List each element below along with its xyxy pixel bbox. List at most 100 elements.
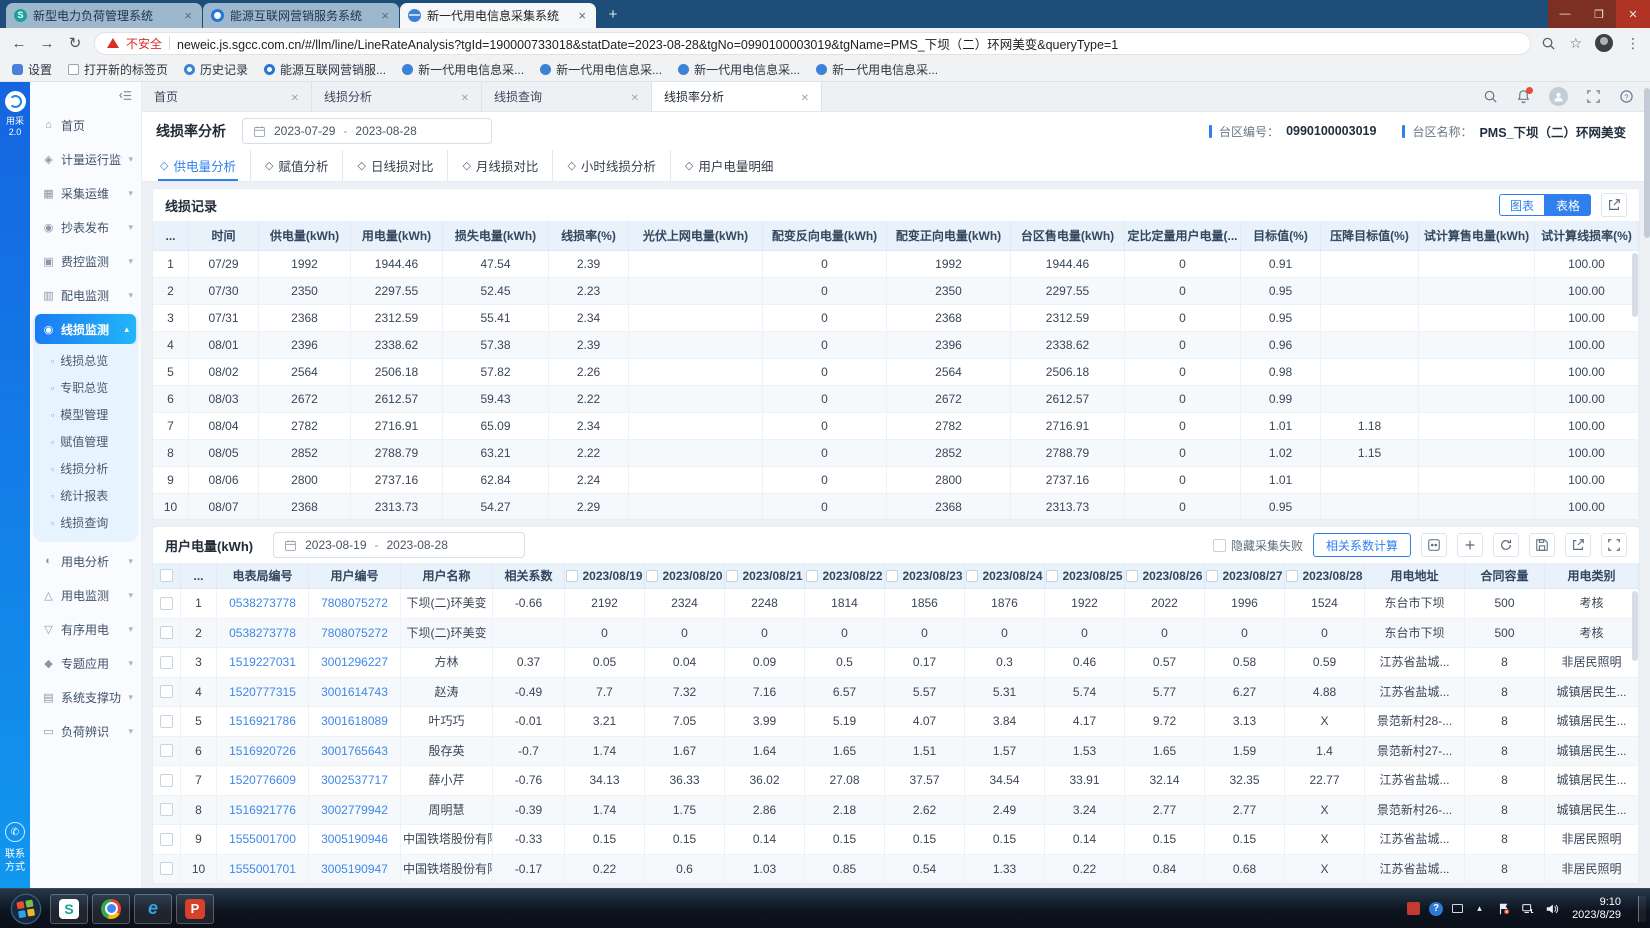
zoom-search-icon[interactable] — [1541, 36, 1556, 51]
table-row[interactable]: 715207766093002537717薛小芹-0.7634.1336.333… — [153, 766, 1639, 796]
subtab[interactable]: 赋值分析 — [250, 150, 342, 181]
table-scrollbar[interactable] — [1632, 253, 1638, 317]
table-row[interactable]: 408/0123962338.6257.382.39023962338.6200… — [153, 332, 1639, 359]
start-button[interactable] — [10, 893, 42, 925]
action-center-flag-icon[interactable] — [1496, 901, 1511, 916]
tab-close-icon[interactable] — [801, 90, 809, 104]
bookmark-item[interactable]: 新一代用电信息采... — [540, 61, 662, 78]
browser-tab[interactable]: 能源互联网营销服务系统 × — [203, 3, 399, 28]
forward-icon[interactable] — [38, 35, 56, 52]
avatar[interactable] — [1549, 87, 1568, 106]
sidebar-item[interactable]: 负荷辨识 — [30, 714, 141, 748]
date-column-checkbox[interactable] — [646, 570, 658, 582]
table-row[interactable]: 315192270313001296227方林0.370.050.040.090… — [153, 648, 1639, 678]
bookmark-item[interactable]: 打开新的标签页 — [68, 61, 168, 78]
export-icon[interactable] — [1601, 193, 1627, 217]
sidebar-item[interactable]: 配电监测 — [30, 278, 141, 312]
taskbar-clock[interactable]: 9:10 2023/8/29 — [1572, 896, 1621, 922]
browser-tab[interactable]: 新型电力负荷管理系统 × — [6, 3, 202, 28]
collapse-sidebar-icon[interactable] — [118, 88, 133, 103]
sidebar-item[interactable]: 费控监测 — [30, 244, 141, 278]
user-date-range-picker[interactable]: 2023-08-19 - 2023-08-28 — [273, 532, 525, 558]
minimize-button[interactable] — [1548, 0, 1582, 28]
sidebar-subitem[interactable]: 赋值管理 — [33, 428, 138, 455]
page-scrollbar[interactable] — [1644, 82, 1650, 888]
date-column-checkbox[interactable] — [1126, 570, 1138, 582]
notification-bell-icon[interactable] — [1516, 89, 1531, 104]
bookmark-item[interactable]: 新一代用电信息采... — [678, 61, 800, 78]
contact-label[interactable]: 联系方式 — [4, 848, 26, 874]
sidebar-item[interactable]: 系统支撑功能 — [30, 680, 141, 714]
table-row[interactable]: 908/0628002737.1662.842.24028002737.1601… — [153, 467, 1639, 494]
help-icon[interactable]: ? — [1619, 89, 1634, 104]
row-checkbox[interactable] — [160, 656, 173, 669]
row-checkbox[interactable] — [160, 715, 173, 728]
table-row[interactable]: 107/2919921944.4647.542.39019921944.4600… — [153, 251, 1639, 278]
table-row[interactable]: 608/0326722612.5759.432.22026722612.5700… — [153, 386, 1639, 413]
select-all-checkbox[interactable] — [160, 569, 173, 582]
sidebar-subitem[interactable]: 线损总览 — [33, 347, 138, 374]
taskbar-app-ie[interactable] — [134, 894, 172, 924]
sidebar-subitem[interactable]: 统计报表 — [33, 482, 138, 509]
taskbar-app-wps[interactable] — [50, 894, 88, 924]
subtab[interactable]: 小时线损分析 — [552, 150, 669, 181]
table-row[interactable]: 1015550017013005190947中国铁塔股份有限公司-0.170.2… — [153, 855, 1639, 885]
security-tray-icon[interactable] — [1407, 902, 1420, 915]
security-warning-icon[interactable] — [107, 38, 119, 48]
subtab[interactable]: 供电量分析 — [146, 150, 250, 181]
workspace-tab[interactable]: 线损率分析 — [652, 82, 822, 111]
fullscreen-icon[interactable] — [1601, 533, 1627, 557]
subtab[interactable]: 用户电量明细 — [670, 150, 787, 181]
bookmark-star-icon[interactable] — [1569, 35, 1582, 52]
volume-icon[interactable] — [1544, 901, 1559, 916]
scrollbar-thumb[interactable] — [1644, 88, 1650, 238]
refresh-icon[interactable] — [1493, 533, 1519, 557]
date-start[interactable]: 2023-08-19 — [305, 538, 366, 552]
maximize-button[interactable] — [1582, 0, 1616, 28]
date-column-checkbox[interactable] — [1206, 570, 1218, 582]
row-checkbox[interactable] — [160, 626, 173, 639]
phone-icon[interactable] — [5, 822, 25, 842]
table-scrollbar[interactable] — [1632, 591, 1638, 661]
bookmark-item[interactable]: 能源互联网营销服... — [264, 61, 386, 78]
browser-menu-icon[interactable] — [1626, 35, 1640, 52]
table-row[interactable]: 515169217863001618089叶巧巧-0.013.217.053.9… — [153, 707, 1639, 737]
row-checkbox[interactable] — [160, 862, 173, 875]
row-checkbox[interactable] — [160, 744, 173, 757]
taskbar-app-chrome[interactable] — [92, 894, 130, 924]
table-row[interactable]: 508/0225642506.1857.822.26025642506.1800… — [153, 359, 1639, 386]
sidebar-subitem[interactable]: 线损查询 — [33, 509, 138, 536]
table-row[interactable]: 815169217763002779942周明慧-0.391.741.752.8… — [153, 796, 1639, 826]
table-row[interactable]: 915550017003005190946中国铁塔股份有限公司-0.330.15… — [153, 825, 1639, 855]
address-input[interactable]: 不安全 neweic.js.sgcc.com.cn/#/llm/line/Lin… — [94, 32, 1531, 55]
table-row[interactable]: 307/3123682312.5955.412.34023682312.5900… — [153, 305, 1639, 332]
sidebar-subitem[interactable]: 模型管理 — [33, 401, 138, 428]
date-start[interactable]: 2023-07-29 — [274, 124, 335, 138]
sidebar-item[interactable]: 计量运行监测 — [30, 142, 141, 176]
checkbox[interactable] — [1213, 539, 1226, 552]
date-range-picker[interactable]: 2023-07-29 - 2023-08-28 — [242, 118, 492, 144]
profile-icon[interactable] — [1595, 34, 1613, 52]
export-icon[interactable] — [1565, 533, 1591, 557]
table-row[interactable]: 205382737787808075272下坝(二)环美变0000000000东… — [153, 619, 1639, 649]
network-icon[interactable] — [1520, 901, 1535, 916]
row-checkbox[interactable] — [160, 774, 173, 787]
date-column-checkbox[interactable] — [1286, 570, 1298, 582]
help-tray-icon[interactable] — [1429, 902, 1443, 916]
table-row[interactable]: 105382737787808075272下坝(二)环美变-0.66219223… — [153, 589, 1639, 619]
row-checkbox[interactable] — [160, 685, 173, 698]
tab-close-icon[interactable]: × — [379, 8, 391, 23]
chart-view-button[interactable]: 图表 — [1499, 194, 1545, 216]
search-icon[interactable] — [1483, 89, 1498, 104]
table-row[interactable]: 415207773153001614743赵涛-0.497.77.327.166… — [153, 678, 1639, 708]
browser-tab[interactable]: 新一代用电信息采集系统 × — [400, 3, 596, 28]
tab-close-icon[interactable] — [291, 90, 299, 104]
table-row[interactable]: 615169207263001765643殷存英-0.71.741.671.64… — [153, 737, 1639, 767]
show-hidden-icons[interactable] — [1472, 901, 1487, 916]
correlation-calc-button[interactable]: 相关系数计算 — [1313, 533, 1411, 557]
row-checkbox[interactable] — [160, 833, 173, 846]
sidebar-item[interactable]: 有序用电 — [30, 612, 141, 646]
tab-close-icon[interactable]: × — [576, 8, 588, 23]
sidebar-item[interactable]: 用电分析 — [30, 544, 141, 578]
sidebar-item[interactable]: 首页 — [30, 108, 141, 142]
